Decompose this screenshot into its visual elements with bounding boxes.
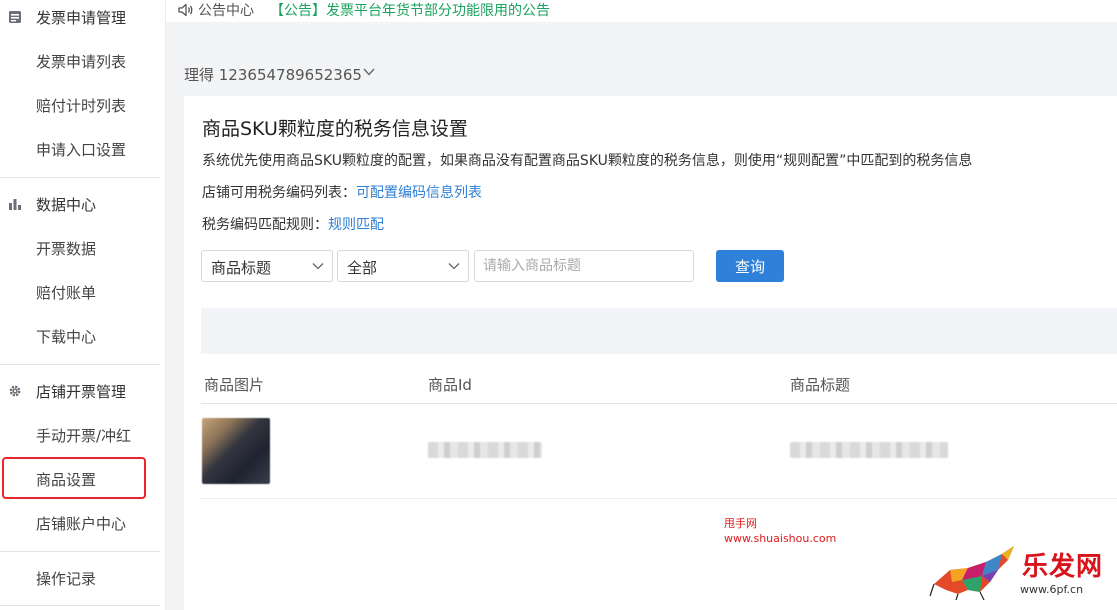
sidebar-group-label: 数据中心 xyxy=(36,195,97,214)
list-icon xyxy=(8,10,22,24)
column-header-image: 商品图片 xyxy=(204,376,265,394)
logo-url: www.6pf.cn xyxy=(1020,583,1084,596)
page-description: 系统优先使用商品SKU颗粒度的配置，如果商品没有配置商品SKU颗粒度的税务信息，… xyxy=(202,153,973,169)
account-label: 理得 123654789652365 xyxy=(184,66,362,84)
sidebar-divider xyxy=(0,177,160,178)
sidebar-item-store-account[interactable]: 店铺账户中心 xyxy=(0,503,160,543)
sidebar-group-invoice-apply[interactable]: 发票申请管理 xyxy=(0,0,160,37)
query-button[interactable]: 查询 xyxy=(716,250,784,282)
header-divider xyxy=(201,403,1117,404)
sidebar-group-label: 发票申请管理 xyxy=(36,8,127,27)
sidebar-divider xyxy=(0,364,160,365)
sidebar-group-store-invoice[interactable]: 店铺开票管理 xyxy=(0,371,160,411)
code-list-label: 店铺可用税务编码列表： xyxy=(202,185,356,201)
code-list-link[interactable]: 可配置编码信息列表 xyxy=(356,185,482,201)
notice-title[interactable]: 公告中心 xyxy=(198,0,254,20)
sidebar-group-label: 店铺开票管理 xyxy=(36,382,127,401)
sidebar-group-data-center[interactable]: 数据中心 xyxy=(0,184,160,224)
logo-animal-icon xyxy=(929,546,1014,600)
speaker-icon xyxy=(178,3,194,17)
sidebar-item-compensation-timer[interactable]: 赔付计时列表 xyxy=(0,85,160,125)
sidebar-item-invoice-list[interactable]: 发票申请列表 xyxy=(0,41,160,81)
notice-bar: 公告中心 【公告】发票平台年货节部分功能限用的公告 xyxy=(166,0,1117,22)
sidebar-item-operation-log[interactable]: 操作记录 xyxy=(0,558,160,598)
code-list-line: 店铺可用税务编码列表：可配置编码信息列表 xyxy=(202,182,482,202)
sidebar-item-compensation-bill[interactable]: 赔付账单 xyxy=(0,272,160,312)
notice-link[interactable]: 【公告】发票平台年货节部分功能限用的公告 xyxy=(270,0,550,20)
main-panel: 商品SKU颗粒度的税务信息设置 系统优先使用商品SKU颗粒度的配置，如果商品没有… xyxy=(184,96,1117,610)
scope-select[interactable]: 全部 xyxy=(337,250,469,282)
chevron-down-icon[interactable] xyxy=(362,66,376,78)
search-input[interactable] xyxy=(474,250,694,282)
chevron-down-icon xyxy=(448,263,460,270)
highlight-annotation xyxy=(2,457,146,499)
watermark-url: www.shuaishou.com xyxy=(724,532,837,545)
row-divider xyxy=(201,498,1117,499)
match-rule-line: 税务编码匹配规则：规则匹配 xyxy=(202,214,384,234)
product-id-redacted xyxy=(428,442,542,458)
sidebar-item-invoice-data[interactable]: 开票数据 xyxy=(0,228,160,268)
chevron-down-icon xyxy=(312,263,324,270)
sidebar-item-download-center[interactable]: 下载中心 xyxy=(0,316,160,356)
sidebar: 发票申请管理 发票申请列表 赔付计时列表 申请入口设置 数据中心 开票数据 赔付… xyxy=(0,0,166,610)
sidebar-item-entry-settings[interactable]: 申请入口设置 xyxy=(0,129,160,169)
logo-text: 乐发网 xyxy=(1022,552,1104,582)
bar-chart-icon xyxy=(8,197,22,211)
column-header-title: 商品标题 xyxy=(790,376,851,394)
watermark-text: 甩手网 xyxy=(724,517,757,530)
gear-icon xyxy=(8,384,22,398)
field-select[interactable]: 商品标题 xyxy=(201,250,333,282)
sidebar-item-manual-invoice[interactable]: 手动开票/冲红 xyxy=(0,415,160,455)
product-title-redacted xyxy=(790,442,948,458)
product-thumbnail xyxy=(202,418,270,484)
table-toolbar xyxy=(201,308,1117,354)
account-selector[interactable]: 理得 123654789652365 xyxy=(166,44,1117,96)
sidebar-divider xyxy=(0,551,160,552)
page-title: 商品SKU颗粒度的税务信息设置 xyxy=(202,118,468,140)
match-rule-link[interactable]: 规则匹配 xyxy=(328,217,384,233)
sidebar-divider xyxy=(0,605,160,606)
column-header-id: 商品Id xyxy=(428,376,472,394)
match-rule-label: 税务编码匹配规则： xyxy=(202,217,328,233)
